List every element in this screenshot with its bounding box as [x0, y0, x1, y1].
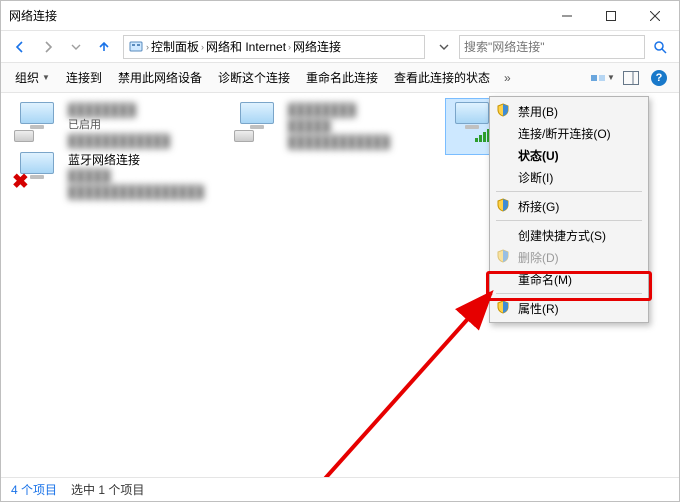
toolbar-view-status[interactable]: 查看此连接的状态 [388, 67, 496, 88]
label: 连接到 [66, 69, 102, 86]
connection-name: 蓝牙网络连接 [68, 152, 204, 168]
label: 禁用(B) [518, 103, 558, 120]
separator [496, 220, 642, 221]
connection-adapter: ████████████████ [68, 184, 204, 200]
navbar: › 控制面板 › 网络和 Internet › 网络连接 [1, 31, 679, 63]
close-button[interactable] [633, 2, 677, 30]
maximize-button[interactable] [589, 2, 633, 30]
toolbar-overflow[interactable]: » [500, 69, 515, 87]
connection-item[interactable]: ████████ 已启用 ████████████ [11, 99, 221, 152]
connection-name: ████████ [68, 102, 170, 118]
toolbar-diagnose[interactable]: 诊断这个连接 [212, 67, 296, 88]
chevron-right-icon: › [288, 42, 291, 52]
preview-pane-icon[interactable] [619, 66, 643, 90]
ctx-properties[interactable]: 属性(R) [492, 297, 646, 319]
window-title: 网络连接 [9, 7, 57, 24]
shield-icon [496, 103, 512, 119]
label: 禁用此网络设备 [118, 69, 202, 86]
breadcrumb[interactable]: › 控制面板 › 网络和 Internet › 网络连接 [123, 35, 425, 59]
ctx-disable[interactable]: 禁用(B) [492, 100, 646, 122]
help-icon[interactable]: ? [647, 66, 671, 90]
ctx-diagnose[interactable]: 诊断(I) [492, 166, 646, 188]
label: 诊断这个连接 [218, 69, 290, 86]
breadcrumb-part[interactable]: 网络连接 [293, 38, 341, 55]
shield-icon [496, 249, 512, 265]
connection-item[interactable]: ✖ 蓝牙网络连接 █████ ████████████████ [11, 149, 221, 204]
view-options-icon[interactable]: ▼ [591, 66, 615, 90]
breadcrumb-part[interactable]: 控制面板 [151, 38, 199, 55]
back-button[interactable] [7, 34, 33, 60]
connection-adapter: ████████████ [288, 134, 390, 150]
connection-adapter: ████████████ [68, 133, 170, 149]
search-input[interactable] [459, 35, 645, 59]
label: 重命名此连接 [306, 69, 378, 86]
toolbar-disable-device[interactable]: 禁用此网络设备 [112, 67, 208, 88]
chevron-right-icon: › [201, 42, 204, 52]
label: 状态(U) [518, 147, 559, 164]
chevron-right-icon: › [146, 42, 149, 52]
label: 查看此连接的状态 [394, 69, 490, 86]
toolbar: 组织▼ 连接到 禁用此网络设备 诊断这个连接 重命名此连接 查看此连接的状态 »… [1, 63, 679, 93]
ctx-connect[interactable]: 连接/断开连接(O) [492, 122, 646, 144]
recent-dropdown[interactable] [63, 34, 89, 60]
breadcrumb-dropdown[interactable] [431, 34, 457, 60]
connection-status: █████ [68, 168, 204, 184]
label: 桥接(G) [518, 198, 559, 215]
search-icon[interactable] [647, 34, 673, 60]
minimize-button[interactable] [545, 2, 589, 30]
connection-status: 已启用 [68, 118, 170, 133]
status-selected: 选中 1 个项目 [71, 481, 144, 498]
ethernet-icon [234, 102, 280, 142]
chevron-down-icon: ▼ [42, 73, 50, 82]
ctx-bridge[interactable]: 桥接(G) [492, 195, 646, 217]
ctx-delete: 删除(D) [492, 246, 646, 268]
connection-name: ████████ [288, 102, 390, 118]
titlebar: 网络连接 [1, 1, 679, 31]
status-count: 4 个项目 [11, 481, 57, 498]
ctx-rename[interactable]: 重命名(M) [492, 268, 646, 290]
separator [496, 293, 642, 294]
breadcrumb-part[interactable]: 网络和 Internet [206, 38, 286, 55]
connection-item[interactable]: ████████ █████ ████████████ [231, 99, 441, 154]
label: 创建快捷方式(S) [518, 227, 606, 244]
toolbar-rename[interactable]: 重命名此连接 [300, 67, 384, 88]
control-panel-icon [128, 39, 144, 55]
label: 属性(R) [518, 300, 559, 317]
label: 连接/断开连接(O) [518, 125, 611, 142]
context-menu: 禁用(B) 连接/断开连接(O) 状态(U) 诊断(I) 桥接(G) 创建快捷方… [489, 96, 649, 323]
bluetooth-icon: ✖ [14, 152, 60, 192]
up-button[interactable] [91, 34, 117, 60]
ethernet-icon [14, 102, 60, 142]
shield-icon [496, 198, 512, 214]
separator [496, 191, 642, 192]
forward-button[interactable] [35, 34, 61, 60]
ctx-shortcut[interactable]: 创建快捷方式(S) [492, 224, 646, 246]
label: 删除(D) [518, 249, 559, 266]
shield-icon [496, 300, 512, 316]
connection-status: █████ [288, 118, 390, 134]
label: 诊断(I) [518, 169, 553, 186]
ctx-status[interactable]: 状态(U) [492, 144, 646, 166]
label: 重命名(M) [518, 271, 572, 288]
search-field[interactable] [464, 40, 640, 54]
label: 组织 [15, 69, 39, 86]
toolbar-connect[interactable]: 连接到 [60, 67, 108, 88]
statusbar: 4 个项目 选中 1 个项目 [1, 477, 679, 501]
toolbar-organize[interactable]: 组织▼ [9, 67, 56, 88]
